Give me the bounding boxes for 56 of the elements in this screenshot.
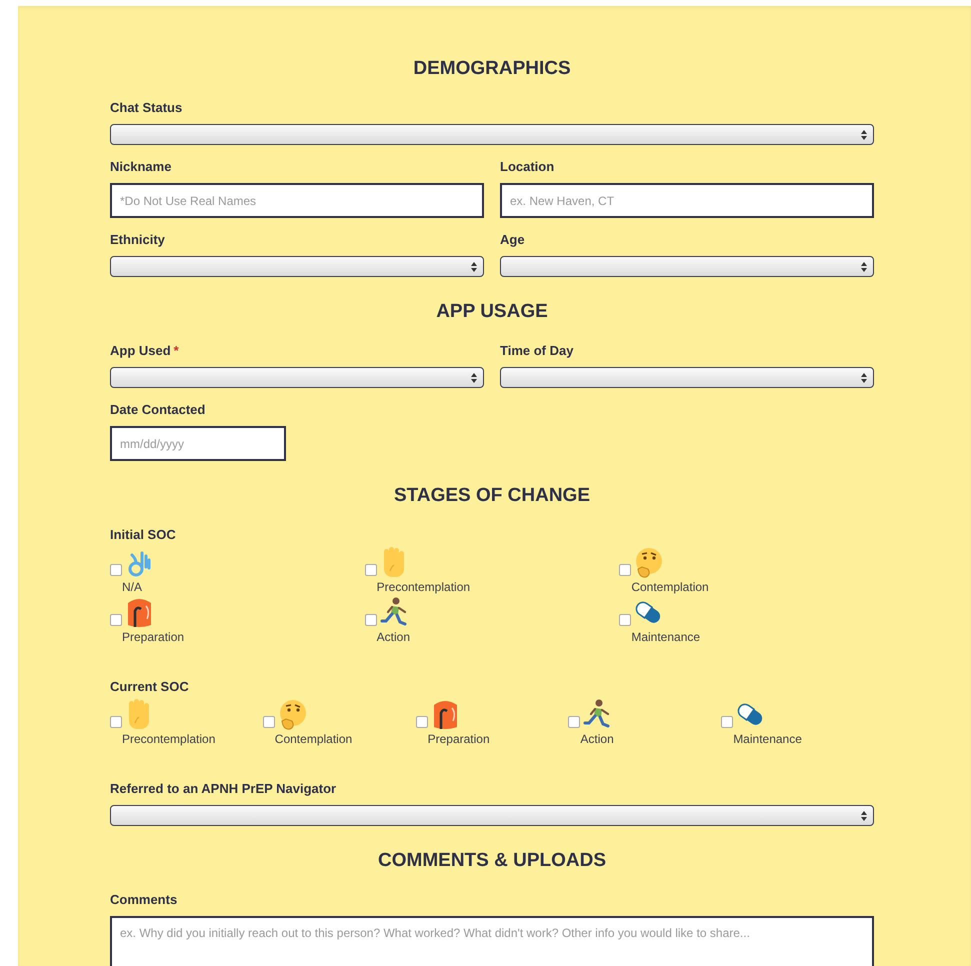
section-heading: STAGES OF CHANGE: [393, 485, 591, 507]
checkbox[interactable]: [364, 564, 377, 576]
option-label: Action: [580, 731, 615, 747]
checkbox[interactable]: [262, 716, 275, 728]
checkbox[interactable]: [110, 564, 122, 576]
field-label: Age: [500, 232, 526, 248]
option-label: Preparation: [122, 629, 186, 645]
checkbox[interactable]: [110, 716, 122, 728]
checkbox[interactable]: [721, 716, 734, 728]
section-heading: COMMENTS & UPLOADS: [377, 850, 607, 872]
updown-arrows-icon: [861, 810, 867, 820]
field-label: Date Contacted: [110, 402, 206, 418]
updown-arrows-icon: [861, 262, 867, 272]
field-label: Initial SOC: [110, 527, 177, 543]
text-field[interactable]: ex. New Haven, CT: [500, 183, 874, 218]
option-label: Maintenance: [733, 731, 803, 747]
option-label: Preparation: [428, 731, 491, 747]
section-heading: APP USAGE: [435, 301, 549, 323]
field-label: Location: [500, 159, 556, 175]
field-label: Comments: [110, 892, 178, 908]
checkbox[interactable]: [568, 716, 580, 728]
updown-arrows-icon: [471, 262, 477, 272]
text-field[interactable]: *Do Not Use Real Names: [110, 183, 484, 218]
section-heading: DEMOGRAPHICS: [412, 58, 572, 80]
updown-arrows-icon: [861, 130, 867, 140]
field-label: Nickname: [110, 159, 172, 175]
comments-field[interactable]: ex. Why did you initially reach out to this person? What worked? What didn't work? Other info you would like to share...: [110, 916, 874, 966]
option-label: Maintenance: [631, 629, 702, 645]
dropdown-select[interactable]: [110, 256, 484, 277]
option-label: Contemplation: [274, 731, 354, 747]
thinking-face-icon: [633, 547, 664, 579]
option-label: Contemplation: [631, 579, 710, 595]
option-label: Precontemplation: [376, 579, 472, 595]
dropdown-select[interactable]: [500, 367, 874, 388]
dropdown-select[interactable]: [500, 256, 874, 277]
checkbox[interactable]: [619, 564, 632, 576]
updown-arrows-icon: [861, 372, 867, 382]
option-label: N/A: [122, 579, 144, 595]
dropdown-select[interactable]: [110, 367, 484, 388]
field-label: Time of Day: [500, 343, 574, 359]
option-label: Precontemplation: [122, 731, 216, 747]
field-label: Ethnicity: [110, 232, 166, 248]
updown-arrows-icon: [471, 372, 477, 382]
checkbox[interactable]: [416, 716, 428, 728]
dropdown-select[interactable]: [110, 805, 874, 826]
required-asterisk: *: [174, 343, 179, 358]
field-label: Referred to an APNH PrEP Navigator: [110, 781, 338, 797]
option-label: Action: [376, 629, 412, 645]
checkbox[interactable]: [619, 614, 632, 626]
date-field[interactable]: mm/dd/yyyy: [110, 426, 286, 461]
checkbox[interactable]: [110, 614, 122, 626]
field-label: Chat Status: [110, 100, 184, 116]
field-label: Current SOC: [110, 679, 190, 695]
checkbox[interactable]: [364, 614, 377, 626]
field-label: App Used *: [110, 343, 180, 359]
dropdown-select[interactable]: [110, 124, 874, 145]
